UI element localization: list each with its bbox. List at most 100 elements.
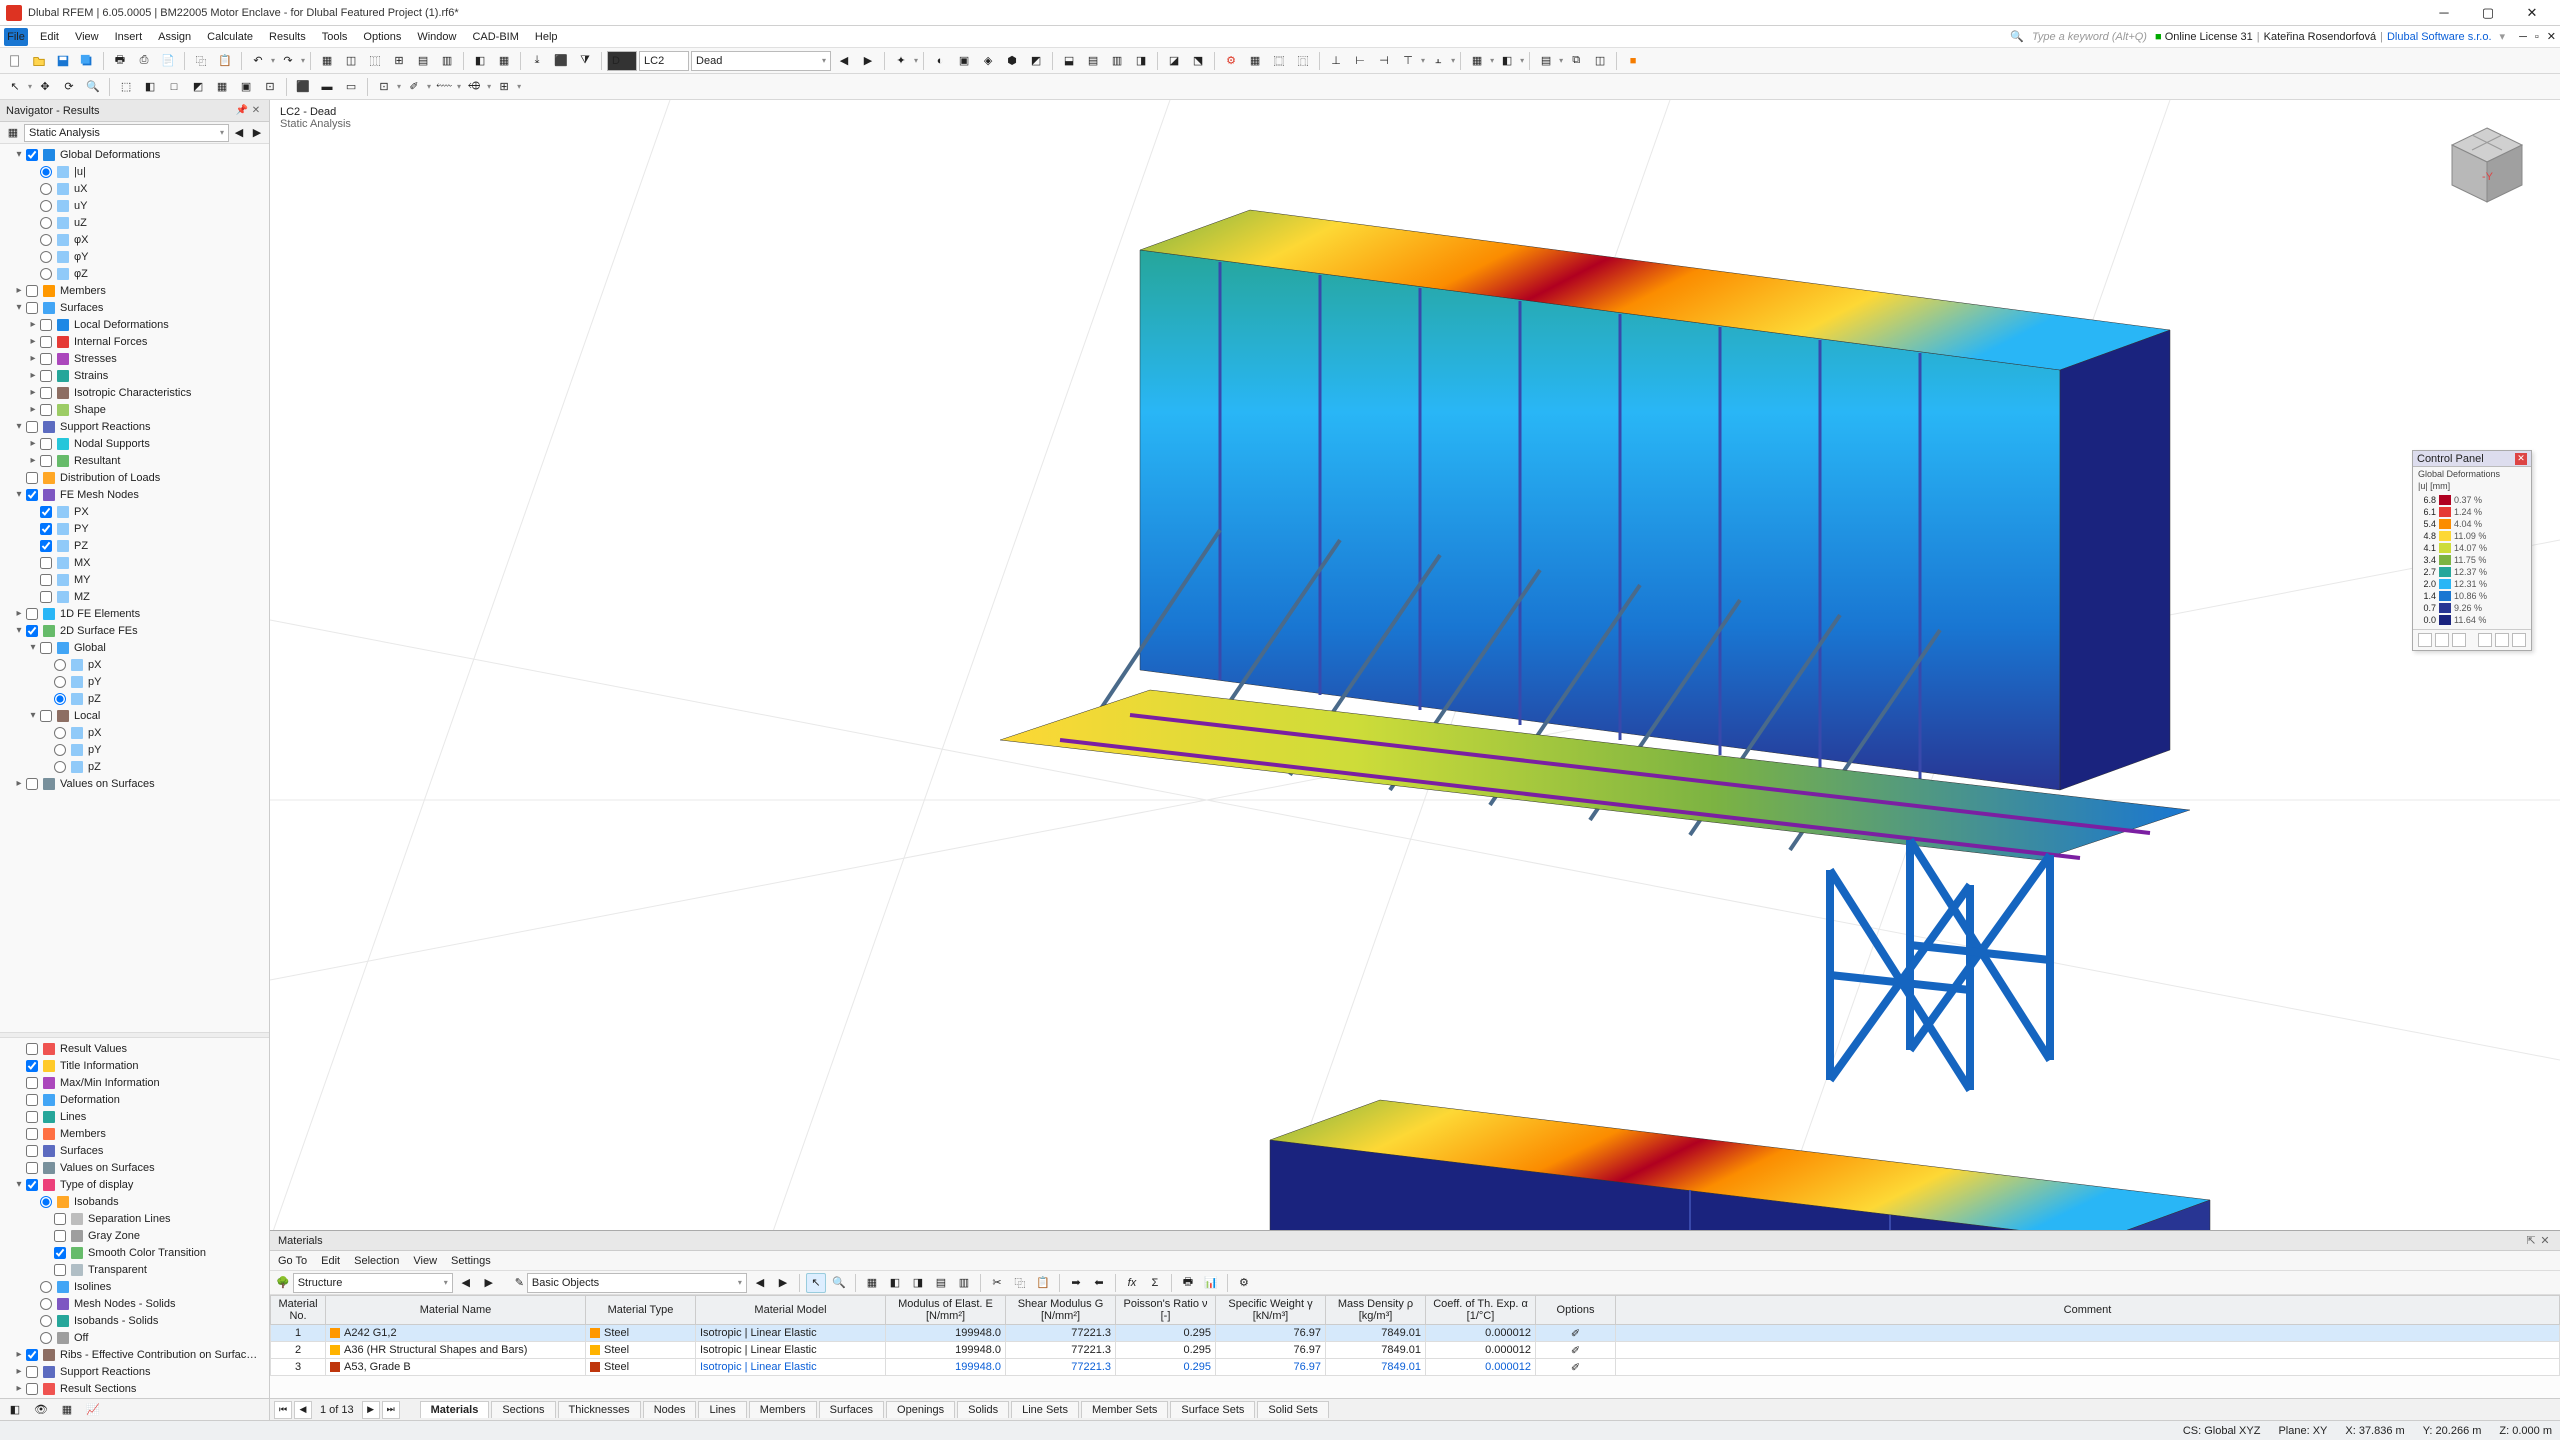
tree-isolines[interactable]: Isolines <box>0 1278 269 1295</box>
foot-icon2[interactable]: 👁 <box>30 1399 52 1421</box>
t1-icon[interactable]: ◐ <box>929 50 951 72</box>
tree-nodal-supports[interactable]: ▸Nodal Supports <box>0 435 269 452</box>
tab-surface-sets[interactable]: Surface Sets <box>1170 1401 1255 1418</box>
basic-objects-select[interactable]: Basic Objects▾ <box>527 1273 747 1293</box>
t15-icon[interactable]: ⊥ <box>1325 50 1347 72</box>
t12-icon[interactable]: ▦ <box>1244 50 1266 72</box>
tree-separation-lines[interactable]: Separation Lines <box>0 1210 269 1227</box>
tree-strains[interactable]: ▸Strains <box>0 367 269 384</box>
bt11-icon[interactable]: ⿻ <box>1010 1273 1030 1293</box>
last-button[interactable]: ⏭ <box>382 1401 400 1419</box>
tree-px[interactable]: pX <box>0 724 269 741</box>
t17-icon[interactable]: ⊣ <box>1373 50 1395 72</box>
structure-select[interactable]: Structure▾ <box>293 1273 453 1293</box>
r13-icon[interactable]: ⬳ <box>433 76 455 98</box>
tree-py[interactable]: pY <box>0 673 269 690</box>
tree-global-deformations[interactable]: ▾Global Deformations <box>0 146 269 163</box>
tree-my[interactable]: MY <box>0 571 269 588</box>
menu-help[interactable]: Help <box>527 29 566 45</box>
cursor-icon[interactable]: ↖ <box>4 76 26 98</box>
search-icon[interactable]: 🔍 <box>2010 30 2024 43</box>
lc-prefix[interactable]: D <box>607 51 637 71</box>
save-icon[interactable] <box>52 50 74 72</box>
bt3-icon[interactable]: ↖ <box>806 1273 826 1293</box>
r5-icon[interactable]: ▦ <box>211 76 233 98</box>
tab-materials[interactable]: Materials <box>420 1401 490 1418</box>
undo-icon[interactable]: ↶ <box>247 50 269 72</box>
t24-icon[interactable]: ◫ <box>1589 50 1611 72</box>
tree-off[interactable]: Off <box>0 1329 269 1346</box>
bt19-icon[interactable]: ⚙ <box>1234 1273 1254 1293</box>
print-graphic-icon[interactable]: ⎙ <box>133 50 155 72</box>
bt13-icon[interactable]: ➡ <box>1066 1273 1086 1293</box>
t5-icon[interactable]: ◩ <box>1025 50 1047 72</box>
bt15-icon[interactable]: fx <box>1122 1273 1142 1293</box>
prev-button[interactable]: ◀ <box>294 1401 312 1419</box>
tree-isobands[interactable]: Isobands <box>0 1193 269 1210</box>
r4-icon[interactable]: ◩ <box>187 76 209 98</box>
menu-results[interactable]: Results <box>261 29 314 45</box>
tab-members[interactable]: Members <box>749 1401 817 1418</box>
t23-icon[interactable]: ⧉ <box>1565 50 1587 72</box>
tree-values-on-surfaces[interactable]: Values on Surfaces <box>0 1159 269 1176</box>
tab-openings[interactable]: Openings <box>886 1401 955 1418</box>
t20-icon[interactable]: ▦ <box>1466 50 1488 72</box>
tree-result-sections[interactable]: ▸Result Sections <box>0 1380 269 1397</box>
r11-icon[interactable]: ⊡ <box>373 76 395 98</box>
redo-icon[interactable]: ↷ <box>277 50 299 72</box>
tree-mx[interactable]: MX <box>0 554 269 571</box>
tree-members[interactable]: ▸Members <box>0 282 269 299</box>
tree-support-reactions[interactable]: ▾Support Reactions <box>0 418 269 435</box>
control-panel-header[interactable]: Control Panel ✕ <box>2413 451 2531 467</box>
tree-fe-mesh-nodes[interactable]: ▾FE Mesh Nodes <box>0 486 269 503</box>
menu-assign[interactable]: Assign <box>150 29 199 45</box>
bt2-prev-icon[interactable]: ◀ <box>750 1273 770 1293</box>
tab-nodes[interactable]: Nodes <box>643 1401 697 1418</box>
tree-1d-fe-elements[interactable]: ▸1D FE Elements <box>0 605 269 622</box>
t16-icon[interactable]: ⊢ <box>1349 50 1371 72</box>
view4-icon[interactable]: ⊞ <box>388 50 410 72</box>
cp-btn1[interactable] <box>2418 633 2432 647</box>
t9-icon[interactable]: ◨ <box>1130 50 1152 72</box>
nav-prev-icon[interactable]: ◀ <box>231 122 247 144</box>
load-field[interactable]: Dead▾ <box>691 51 831 71</box>
tree-local[interactable]: ▾Local <box>0 707 269 724</box>
saveall-icon[interactable] <box>76 50 98 72</box>
tree-u[interactable]: |u| <box>0 163 269 180</box>
viewport-3d[interactable]: LC2 - Dead Static Analysis <box>270 100 2560 1420</box>
bt5-icon[interactable]: ▦ <box>862 1273 882 1293</box>
prev-lc-icon[interactable]: ◀ <box>833 50 855 72</box>
view5-icon[interactable]: ▤ <box>412 50 434 72</box>
tree-px[interactable]: pX <box>0 656 269 673</box>
license-info[interactable]: ■ Online License 31|Kateřina Rosendorfov… <box>2155 31 2492 43</box>
doc-restore-button[interactable]: ▫ <box>2535 31 2539 43</box>
tree-px[interactable]: PX <box>0 503 269 520</box>
bt6-icon[interactable]: ◧ <box>885 1273 905 1293</box>
r7-icon[interactable]: ⊡ <box>259 76 281 98</box>
t3-icon[interactable]: ◈ <box>977 50 999 72</box>
bt10-icon[interactable]: ✂ <box>987 1273 1007 1293</box>
tree-result-values[interactable]: Result Values <box>0 1040 269 1057</box>
tree-mesh-nodes-solids[interactable]: Mesh Nodes - Solids <box>0 1295 269 1312</box>
display-tree[interactable]: Result ValuesTitle InformationMax/Min In… <box>0 1038 269 1398</box>
new-icon[interactable] <box>4 50 26 72</box>
tree-2d-surface-fes[interactable]: ▾2D Surface FEs <box>0 622 269 639</box>
tree-ribs-effective-contribution-on-surfac[interactable]: ▸Ribs - Effective Contribution on Surfac… <box>0 1346 269 1363</box>
t22-icon[interactable]: ▤ <box>1535 50 1557 72</box>
bt12-icon[interactable]: 📋 <box>1033 1273 1053 1293</box>
view1-icon[interactable]: ▦ <box>316 50 338 72</box>
r8-icon[interactable]: ⬛ <box>292 76 314 98</box>
cp-btn2[interactable] <box>2435 633 2449 647</box>
menu-window[interactable]: Window <box>409 29 464 45</box>
tree-stresses[interactable]: ▸Stresses <box>0 350 269 367</box>
tab-lines[interactable]: Lines <box>698 1401 746 1418</box>
cp-btn4[interactable] <box>2478 633 2492 647</box>
view2-icon[interactable]: ◫ <box>340 50 362 72</box>
tab-solid-sets[interactable]: Solid Sets <box>1257 1401 1329 1418</box>
navigation-cube[interactable]: -Y <box>2442 120 2532 213</box>
view6-icon[interactable]: ▥ <box>436 50 458 72</box>
cp-btn6[interactable] <box>2512 633 2526 647</box>
t11-icon[interactable]: ⬔ <box>1187 50 1209 72</box>
next-lc-icon[interactable]: ▶ <box>857 50 879 72</box>
t10-icon[interactable]: ◪ <box>1163 50 1185 72</box>
